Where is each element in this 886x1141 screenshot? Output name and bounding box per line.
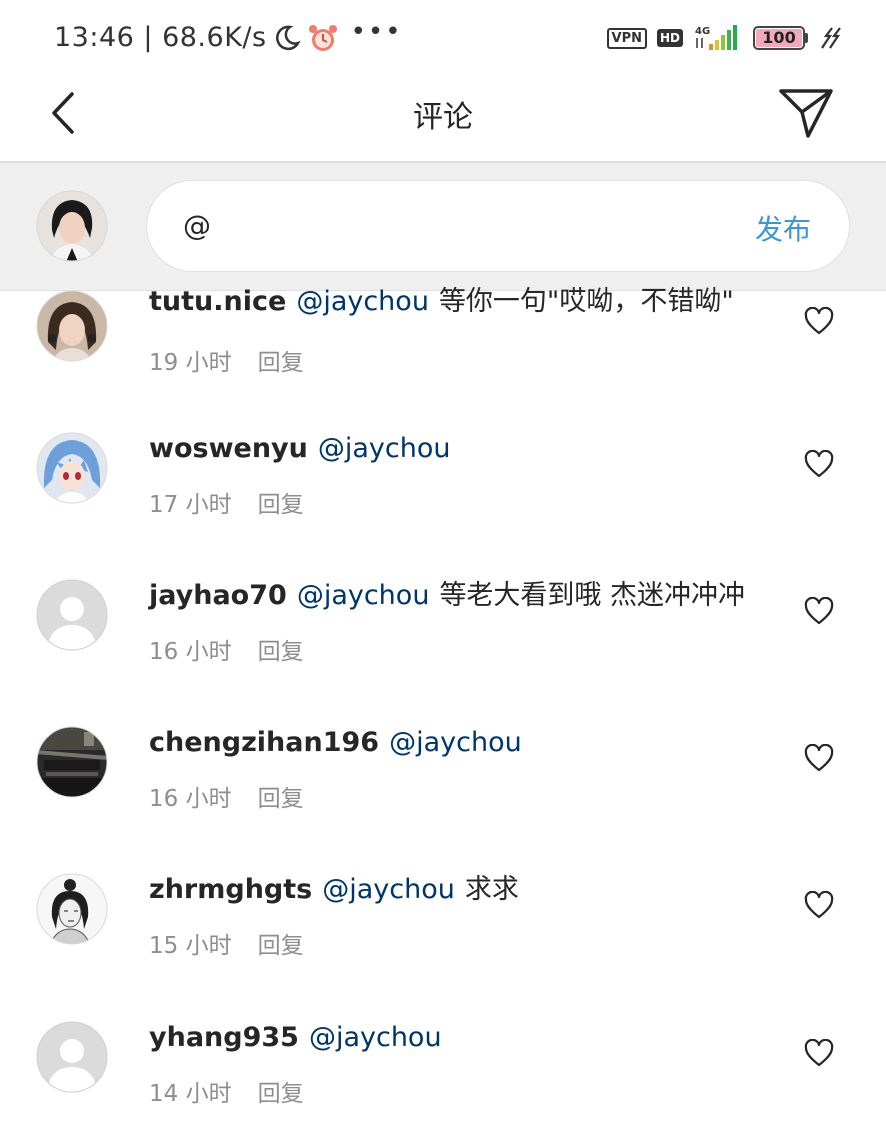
hd-badge: HD — [656, 29, 683, 47]
comment-time: 15 小时 — [149, 933, 232, 959]
commenter-avatar[interactable] — [36, 873, 108, 945]
svg-text:4G: 4G — [695, 26, 710, 37]
comment-username[interactable]: woswenyu — [149, 433, 308, 464]
commenter-avatar[interactable] — [36, 726, 108, 798]
signal-icon: 4G — [695, 25, 737, 50]
share-button[interactable] — [778, 86, 834, 140]
alarm-icon — [308, 24, 337, 51]
top-bar: 评论 — [0, 80, 886, 163]
like-button[interactable] — [804, 449, 834, 478]
reply-button[interactable]: 回复 — [258, 350, 304, 376]
paper-plane-icon — [779, 89, 833, 138]
page-title: 评论 — [413, 100, 473, 135]
comment-meta: 14 小时 回复 — [149, 1079, 304, 1109]
heart-icon — [804, 890, 834, 919]
default-avatar-icon — [36, 579, 108, 651]
comment-mention[interactable]: @jaychou — [322, 874, 455, 905]
like-button[interactable] — [804, 890, 834, 919]
comment-body: 等老大看到哦 杰迷冲冲冲 — [439, 580, 746, 611]
default-avatar-icon — [36, 1021, 108, 1093]
comment-mention[interactable]: @jaychou — [297, 580, 430, 611]
comment-item: yhang935 @jaychou 14 小时 回复 — [0, 1021, 886, 1141]
comment-mention[interactable]: @jaychou — [309, 1022, 442, 1053]
like-button[interactable] — [804, 306, 834, 335]
moon-icon — [275, 25, 301, 50]
comment-meta: 16 小时 回复 — [149, 784, 304, 814]
commenter-avatar[interactable] — [36, 432, 108, 504]
battery-level: 100 — [762, 28, 796, 47]
heart-icon — [804, 306, 834, 335]
comment-username[interactable]: zhrmghgts — [149, 874, 312, 905]
comment-item: chengzihan196 @jaychou 16 小时 回复 — [0, 726, 886, 873]
comment-text: chengzihan196 @jaychou — [149, 726, 532, 760]
comment-input-text: @ — [183, 209, 211, 242]
heart-icon — [804, 1038, 834, 1067]
comment-meta: 16 小时 回复 — [149, 637, 304, 667]
commenter-avatar[interactable] — [36, 290, 108, 362]
like-button[interactable] — [804, 743, 834, 772]
status-bar-left: 13:46 | 68.6K/s ••• — [54, 16, 403, 54]
commenter-avatar[interactable] — [36, 579, 108, 651]
comment-time: 14 小时 — [149, 1081, 232, 1107]
current-user-avatar — [36, 190, 108, 262]
comment-text: woswenyu @jaychou — [149, 432, 461, 466]
like-button[interactable] — [804, 596, 834, 625]
comment-mention[interactable]: @jaychou — [389, 727, 522, 758]
publish-button[interactable]: 发布 — [755, 208, 811, 248]
comment-mention[interactable]: @jaychou — [296, 286, 429, 317]
comment-username[interactable]: tutu.nice — [149, 286, 286, 317]
comment-text: jayhao70 @jaychou 等老大看到哦 杰迷冲冲冲 — [149, 579, 745, 613]
comment-meta: 19 小时 回复 — [149, 348, 304, 378]
commenter-avatar[interactable] — [36, 1021, 108, 1093]
comment-meta: 15 小时 回复 — [149, 931, 304, 961]
vpn-badge: VPN — [606, 27, 647, 49]
reply-button[interactable]: 回复 — [258, 933, 304, 959]
heart-icon — [804, 449, 834, 478]
comment-text: tutu.nice @jaychou 等你一句"哎呦，不错呦" — [149, 285, 734, 319]
comment-time: 17 小时 — [149, 492, 232, 518]
comment-username[interactable]: yhang935 — [149, 1022, 299, 1053]
comment-time: 19 小时 — [149, 350, 232, 376]
comment-time: 16 小时 — [149, 786, 232, 812]
comment-time: 16 小时 — [149, 639, 232, 665]
more-dots-icon: ••• — [350, 16, 403, 47]
status-bar-right: VPN HD 4G 100 — [606, 24, 844, 52]
heart-icon — [804, 596, 834, 625]
reply-button[interactable]: 回复 — [258, 1081, 304, 1107]
status-bar: 13:46 | 68.6K/s ••• VPN HD 4G 100 — [0, 0, 886, 80]
heart-icon — [804, 743, 834, 772]
clock: 13:46 — [54, 22, 135, 53]
reply-button[interactable]: 回复 — [258, 639, 304, 665]
comment-item: jayhao70 @jaychou 等老大看到哦 杰迷冲冲冲 16 小时 回复 — [0, 579, 886, 726]
charging-icon — [821, 27, 841, 49]
comment-item: woswenyu @jaychou 17 小时 回复 — [0, 432, 886, 579]
comment-input[interactable]: @ 发布 — [146, 180, 850, 272]
comment-composer: @ 发布 — [0, 163, 886, 291]
comment-username[interactable]: chengzihan196 — [149, 727, 379, 758]
comment-body: 等你一句"哎呦，不错呦" — [438, 286, 734, 317]
comment-text: yhang935 @jaychou — [149, 1021, 452, 1055]
reply-button[interactable]: 回复 — [258, 492, 304, 518]
comment-body: 求求 — [464, 874, 519, 905]
comment-username[interactable]: jayhao70 — [149, 580, 287, 611]
comment-meta: 17 小时 回复 — [149, 490, 304, 520]
comment-item: tutu.nice @jaychou 等你一句"哎呦，不错呦" 19 小时 回复 — [0, 285, 886, 432]
comment-item: zhrmghgts @jaychou 求求 15 小时 回复 — [0, 873, 886, 1020]
battery-indicator: 100 — [753, 26, 808, 50]
like-button[interactable] — [804, 1038, 834, 1067]
network-speed: 68.6K/s — [162, 22, 267, 53]
comment-text: zhrmghgts @jaychou 求求 — [149, 873, 519, 907]
reply-button[interactable]: 回复 — [258, 786, 304, 812]
comment-mention[interactable]: @jaychou — [318, 433, 451, 464]
